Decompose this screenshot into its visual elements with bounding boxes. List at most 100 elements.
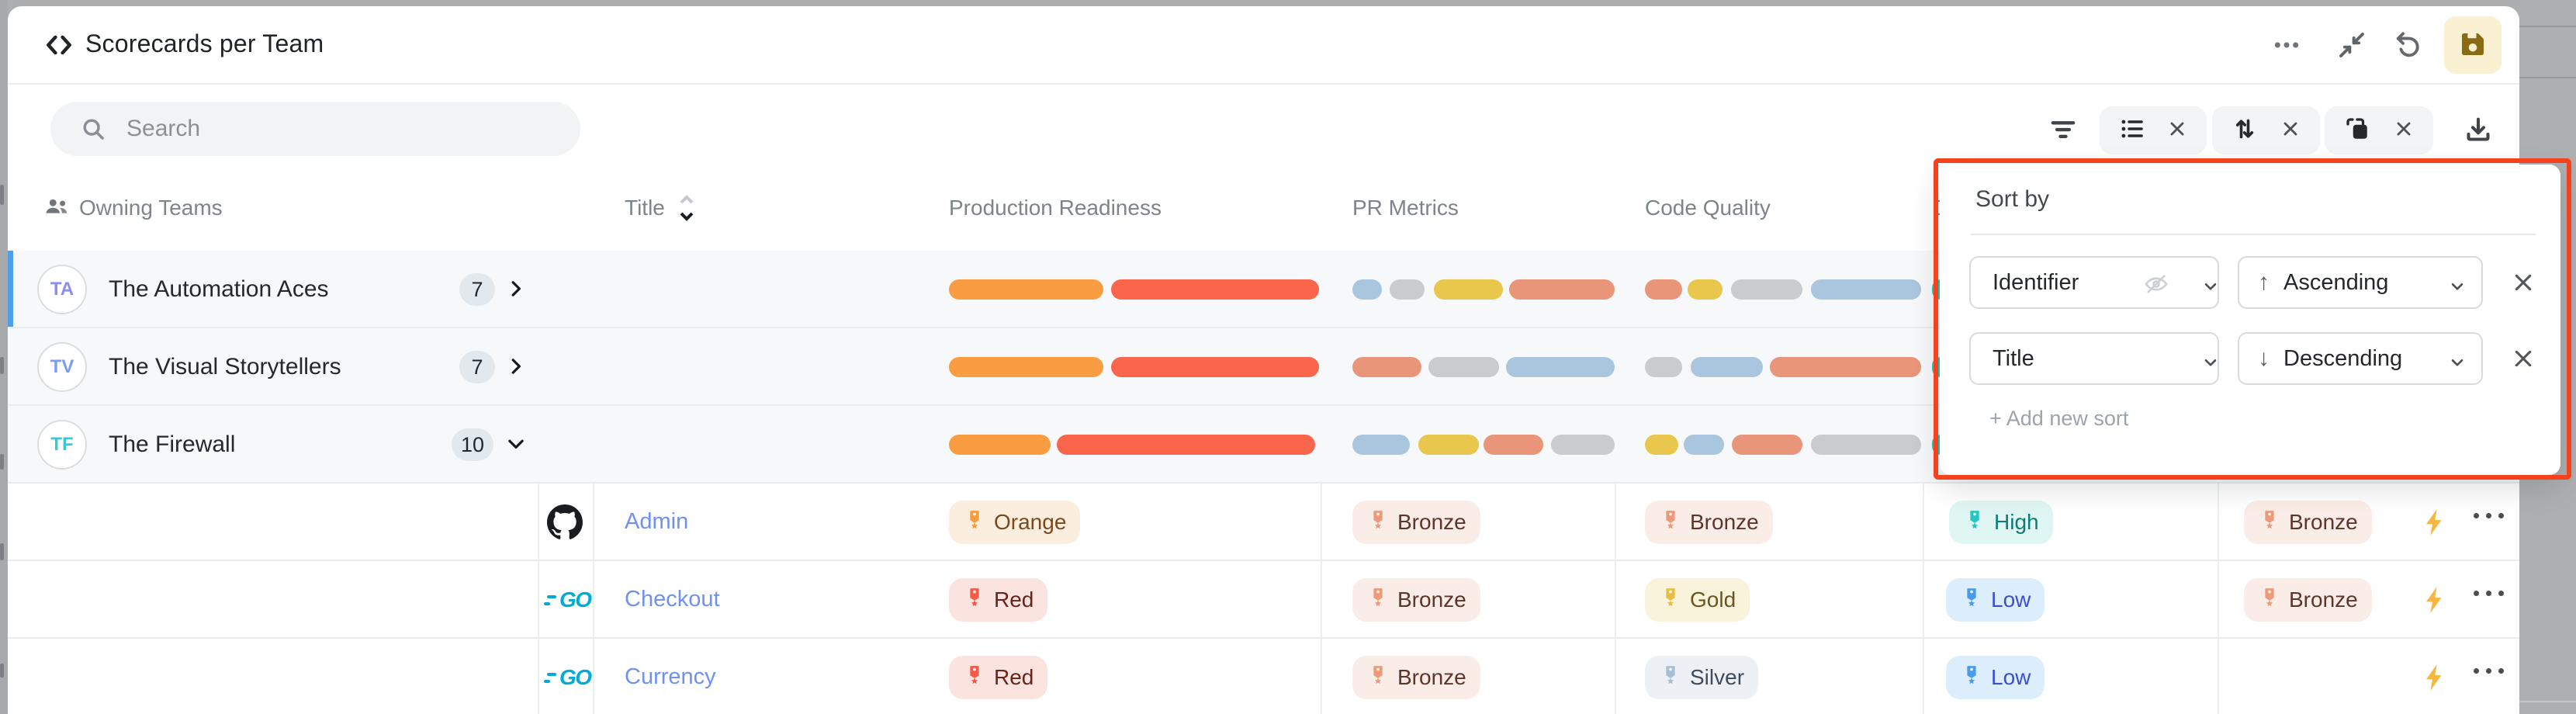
scorecard-level-badge-last: Bronze: [2244, 578, 2372, 622]
download-button[interactable]: [2458, 110, 2498, 151]
scorecard-bolt-icon[interactable]: [2419, 661, 2450, 698]
chevron-down-icon: [2200, 276, 2221, 300]
score-bar-segment-blue: [1352, 435, 1410, 455]
column-header-production-readiness[interactable]: Production Readiness: [949, 196, 1162, 220]
group-by-chip[interactable]: [2325, 106, 2433, 154]
scorecard-level-badge-d: Low: [1946, 578, 2045, 622]
entity-row[interactable]: GOCheckoutRedBronzeGoldLowBronze: [8, 561, 2519, 639]
grid-line: [1615, 484, 1616, 714]
team-name: The Automation Aces: [109, 276, 329, 303]
selected-row-accent: [8, 251, 13, 327]
sort-field-dropdown-1[interactable]: Identifier: [1969, 256, 2219, 309]
titlebar-divider: [8, 83, 2519, 85]
medal-icon: [963, 508, 986, 537]
medal-icon: [963, 586, 986, 615]
medal-icon: [963, 664, 986, 692]
search-box[interactable]: [50, 102, 580, 156]
entity-count-badge: 10: [452, 428, 493, 461]
go-icon: GO: [547, 665, 591, 690]
score-bar-segment-red: [1111, 279, 1319, 300]
team-name: The Firewall: [109, 432, 235, 458]
sort-direction-value: Ascending: [2283, 270, 2388, 296]
sort-direction-value: Descending: [2283, 346, 2402, 372]
scorecard-level-badge-code_quality: Gold: [1645, 578, 1750, 622]
sort-direction-dropdown-1[interactable]: ↑ Ascending: [2238, 256, 2483, 309]
scorecard-level-badge-code_quality: Bronze: [1645, 501, 1773, 544]
code-icon: [42, 28, 76, 66]
entity-link[interactable]: Currency: [625, 664, 716, 690]
score-bar-segment-yellow: [1418, 435, 1479, 455]
close-icon[interactable]: [2393, 118, 2415, 144]
chevron-down-icon: [2200, 352, 2221, 376]
undo-button[interactable]: [2388, 26, 2427, 65]
sort-field-value: Identifier: [1993, 270, 2079, 296]
score-bar-segment-yellow: [1645, 435, 1678, 455]
chevron-down-icon: [2447, 352, 2467, 376]
save-button[interactable]: [2444, 16, 2502, 74]
remove-sort-button-1[interactable]: [2508, 267, 2539, 298]
download-icon: [2463, 114, 2494, 147]
score-bar-segment-gray: [1428, 357, 1499, 377]
sort-panel-title: Sort by: [1975, 186, 2049, 213]
score-bar-segment-yellow: [1688, 279, 1723, 300]
medal-icon: [2258, 586, 2281, 615]
scorecard-level-badge-pr_metrics: Bronze: [1352, 501, 1480, 544]
collapse-icon: [2335, 29, 2368, 64]
score-bar-segment-salmon: [1732, 435, 1802, 455]
row-menu-icon[interactable]: [2474, 668, 2504, 674]
more-horizontal-icon: [2271, 29, 2302, 63]
team-avatar: TV: [37, 342, 87, 392]
column-header-code-quality[interactable]: Code Quality: [1645, 196, 1771, 220]
medal-icon: [1960, 586, 1983, 615]
sort-chip[interactable]: [2212, 106, 2320, 154]
column-header-title[interactable]: Title: [625, 196, 665, 220]
chevron-right-icon[interactable]: [504, 277, 528, 304]
scorecard-level-badge-pr_metrics: Bronze: [1352, 578, 1480, 622]
list-view-chip[interactable]: [2100, 106, 2207, 154]
score-bar-segment-blue: [1684, 435, 1724, 455]
sort-field-dropdown-2[interactable]: Title: [1969, 332, 2219, 385]
sort-direction-dropdown-2[interactable]: ↓ Descending: [2238, 332, 2483, 385]
row-menu-icon[interactable]: [2474, 591, 2504, 596]
scorecard-level-badge-pr_metrics: Bronze: [1352, 656, 1480, 699]
grid-line: [593, 484, 594, 714]
scorecard-bolt-icon: [2419, 661, 2450, 694]
grid-line: [1321, 484, 1322, 714]
score-bar-segment-red: [1057, 435, 1315, 455]
column-header-owning-teams[interactable]: Owning Teams: [79, 196, 223, 220]
medal-icon: [1366, 664, 1390, 692]
entity-link[interactable]: Checkout: [625, 587, 720, 612]
close-icon: [2511, 346, 2536, 371]
score-bar-segment-gray: [1811, 435, 1921, 455]
titlebar: Scorecards per Team: [8, 6, 2519, 78]
scorecard-bolt-icon: [2419, 506, 2450, 539]
column-header-pr-metrics[interactable]: PR Metrics: [1352, 196, 1459, 220]
collapse-button[interactable]: [2332, 26, 2371, 65]
close-icon[interactable]: [2166, 118, 2188, 144]
chevron-right-icon[interactable]: [504, 355, 528, 382]
list-view-icon: [2118, 115, 2146, 147]
medal-icon: [1659, 508, 1682, 537]
close-icon: [2511, 270, 2536, 295]
grid-line: [2218, 484, 2219, 714]
score-bar-segment-salmon: [1352, 357, 1421, 377]
more-options-button[interactable]: [2267, 26, 2306, 65]
row-menu-icon[interactable]: [2474, 513, 2504, 518]
entity-count-badge: 7: [459, 351, 495, 383]
add-new-sort-button[interactable]: + Add new sort: [1989, 407, 2128, 431]
scorecard-bolt-icon[interactable]: [2419, 584, 2450, 620]
score-bar-segment-yellow: [1434, 279, 1503, 300]
filter-button[interactable]: [2043, 110, 2083, 151]
close-icon[interactable]: [2280, 118, 2301, 144]
search-input[interactable]: [125, 115, 531, 143]
entity-link[interactable]: Admin: [625, 509, 688, 535]
medal-icon: [1659, 664, 1682, 692]
sort-indicator-title[interactable]: [677, 191, 697, 225]
entity-row[interactable]: AdminOrangeBronzeBronzeHighBronze: [8, 484, 2519, 561]
entity-row[interactable]: GOCurrencyRedBronzeSilverLow: [8, 639, 2519, 714]
scorecard-bolt-icon[interactable]: [2419, 506, 2450, 542]
chevron-down-icon[interactable]: [504, 432, 528, 459]
score-bar-segment-blue: [1352, 279, 1382, 300]
scorecard-level-badge-d: Low: [1946, 656, 2045, 699]
remove-sort-button-2[interactable]: [2508, 343, 2539, 374]
